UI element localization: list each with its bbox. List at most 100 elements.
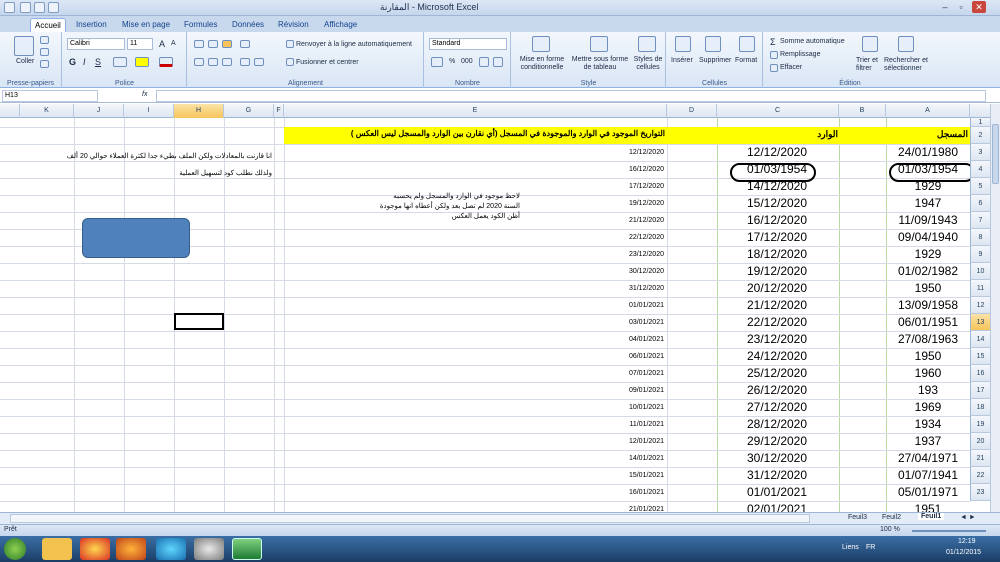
cell-col-A[interactable]: 09/04/1940 xyxy=(886,229,970,246)
sort-filter-icon[interactable] xyxy=(862,36,878,52)
cell-col-A[interactable]: 1934 xyxy=(886,416,970,433)
paste-icon[interactable] xyxy=(14,36,34,56)
find-select-button[interactable]: Rechercher et sélectionner xyxy=(884,57,934,73)
copy-icon[interactable] xyxy=(40,48,49,56)
increase-indent-icon[interactable] xyxy=(254,58,264,66)
cell-col-C[interactable]: 12/12/2020 xyxy=(716,144,838,161)
sheet-nav[interactable]: ◄ ► xyxy=(960,514,976,521)
cell-col-D[interactable]: 23/12/2020 xyxy=(600,246,667,263)
autosum-button[interactable]: Somme automatique xyxy=(780,38,845,45)
cell-col-D[interactable]: 03/01/2021 xyxy=(600,314,667,331)
row-header[interactable]: 5 xyxy=(970,178,990,195)
cell-col-D[interactable]: 30/12/2020 xyxy=(600,263,667,280)
cell-col-D[interactable]: 12/12/2020 xyxy=(600,144,667,161)
cell-col-A[interactable]: 1950 xyxy=(886,280,970,297)
cell-col-D[interactable]: 04/01/2021 xyxy=(600,331,667,348)
cell-col-A[interactable]: 27/08/1963 xyxy=(886,331,970,348)
cell-col-D[interactable]: 17/12/2020 xyxy=(600,178,667,195)
col-header-j[interactable]: J xyxy=(74,104,124,118)
cell-col-A[interactable]: 13/09/1958 xyxy=(886,297,970,314)
row-header[interactable]: 11 xyxy=(970,280,990,297)
italic-button[interactable]: I xyxy=(83,57,86,67)
fill-button[interactable]: Remplissage xyxy=(780,51,820,58)
font-name-select[interactable]: Calibri xyxy=(67,38,125,50)
insert-button[interactable]: Insérer xyxy=(671,57,693,64)
horizontal-scrollbar[interactable] xyxy=(10,514,810,523)
redo-icon[interactable] xyxy=(48,2,59,13)
cell-col-C[interactable]: 24/12/2020 xyxy=(716,348,838,365)
align-right-icon[interactable] xyxy=(222,58,232,66)
formula-input[interactable] xyxy=(156,90,986,102)
bold-button[interactable]: G xyxy=(69,57,76,67)
grow-font-button[interactable]: A xyxy=(159,39,165,49)
vertical-scroll-thumb[interactable] xyxy=(992,124,999,184)
shrink-font-button[interactable]: A xyxy=(171,40,176,47)
zoom-slider[interactable] xyxy=(912,530,986,532)
row-header[interactable]: 4 xyxy=(970,161,990,178)
cell-col-C[interactable]: 02/01/2021 xyxy=(716,501,838,512)
align-left-icon[interactable] xyxy=(194,58,204,66)
number-format-select[interactable]: Standard xyxy=(429,38,507,50)
firefox-icon[interactable] xyxy=(116,538,146,560)
cell-col-C[interactable]: 26/12/2020 xyxy=(716,382,838,399)
border-icon[interactable] xyxy=(113,57,127,67)
row-header[interactable]: 18 xyxy=(970,399,990,416)
row-header[interactable]: 1 xyxy=(970,118,990,127)
chrome-icon[interactable] xyxy=(80,538,110,560)
format-icon[interactable] xyxy=(739,36,755,52)
delete-icon[interactable] xyxy=(705,36,721,52)
wrap-text-button[interactable]: Renvoyer à la ligne automatiquement xyxy=(296,41,412,48)
align-middle-icon[interactable] xyxy=(208,40,218,48)
cell-col-A[interactable]: 05/01/1971 xyxy=(886,484,970,501)
clear-icon[interactable] xyxy=(770,64,778,72)
active-cell-h13[interactable] xyxy=(174,313,224,330)
cell-col-C[interactable]: 23/12/2020 xyxy=(716,331,838,348)
delete-button[interactable]: Supprimer xyxy=(699,57,731,64)
tab-revision[interactable]: Révision xyxy=(274,18,313,32)
conditional-format-icon[interactable] xyxy=(532,36,550,52)
tab-mise-en-page[interactable]: Mise en page xyxy=(118,18,174,32)
links-label[interactable]: Liens xyxy=(842,544,859,551)
cell-col-D[interactable]: 01/01/2021 xyxy=(600,297,667,314)
orientation-icon[interactable] xyxy=(240,40,250,48)
zoom-level[interactable]: 100 % xyxy=(880,526,900,533)
row-header[interactable]: 7 xyxy=(970,212,990,229)
select-all-corner[interactable] xyxy=(0,104,20,118)
clear-button[interactable]: Effacer xyxy=(780,64,802,71)
row-header[interactable]: 14 xyxy=(970,331,990,348)
cell-col-A[interactable]: 11/09/1943 xyxy=(886,212,970,229)
cell-col-A[interactable]: 193 xyxy=(886,382,970,399)
row-header[interactable]: 16 xyxy=(970,365,990,382)
cell-col-A[interactable]: 1929 xyxy=(886,246,970,263)
cell-col-C[interactable]: 20/12/2020 xyxy=(716,280,838,297)
cell-col-D[interactable]: 14/01/2021 xyxy=(600,450,667,467)
thousands-button[interactable]: 000 xyxy=(461,58,473,65)
cell-col-D[interactable]: 21/12/2020 xyxy=(600,212,667,229)
excel-taskbar-icon[interactable] xyxy=(232,538,262,560)
row-header[interactable]: 21 xyxy=(970,450,990,467)
cell-col-C[interactable]: 19/12/2020 xyxy=(716,263,838,280)
merge-center-button[interactable]: Fusionner et centrer xyxy=(296,59,359,66)
cell-styles-icon[interactable] xyxy=(638,36,656,52)
sum-icon[interactable]: Σ xyxy=(770,37,776,47)
explorer-icon[interactable] xyxy=(42,538,72,560)
currency-icon[interactable] xyxy=(431,57,443,67)
cell-col-A[interactable]: 1950 xyxy=(886,348,970,365)
cell-col-D[interactable]: 21/01/2021 xyxy=(600,501,667,512)
app-icon[interactable] xyxy=(194,538,224,560)
cell-col-A[interactable]: 1969 xyxy=(886,399,970,416)
percent-button[interactable]: % xyxy=(449,58,455,65)
cell-col-D[interactable]: 22/12/2020 xyxy=(600,229,667,246)
cell-col-A[interactable]: 1937 xyxy=(886,433,970,450)
tab-insertion[interactable]: Insertion xyxy=(72,18,111,32)
fx-icon[interactable]: fx xyxy=(142,91,147,98)
cell-col-D[interactable]: 06/01/2021 xyxy=(600,348,667,365)
tab-donnees[interactable]: Données xyxy=(228,18,268,32)
merge-icon[interactable] xyxy=(286,58,294,66)
row-header[interactable]: 12 xyxy=(970,297,990,314)
row-header[interactable]: 19 xyxy=(970,416,990,433)
fill-icon[interactable] xyxy=(770,51,778,59)
format-button[interactable]: Format xyxy=(735,57,757,64)
sheet-tab-3[interactable]: Feuil3 xyxy=(848,514,868,521)
cell-col-A[interactable]: 27/04/1971 xyxy=(886,450,970,467)
